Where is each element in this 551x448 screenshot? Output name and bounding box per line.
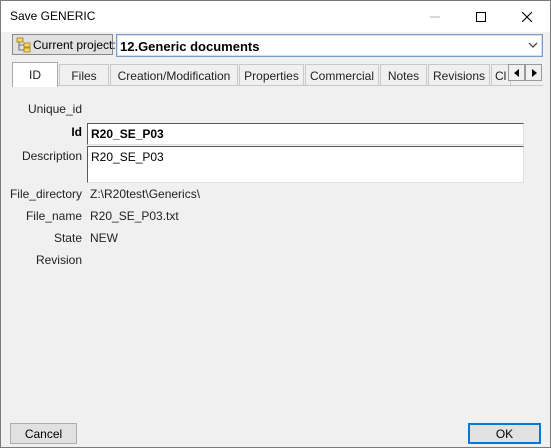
state-value: NEW: [90, 231, 118, 245]
window-title: Save GENERIC: [10, 9, 96, 23]
ok-button-label: OK: [495, 426, 514, 441]
cancel-button[interactable]: Cancel: [10, 423, 77, 444]
unique-id-label: Unique_id: [27, 102, 82, 116]
tab-scroll-right-button[interactable]: [525, 64, 542, 81]
close-icon: [522, 11, 532, 22]
tab-label: Commercial: [309, 68, 374, 83]
project-tree-icon: [16, 37, 31, 53]
description-label: Description: [21, 149, 82, 163]
id-input-value: R20_SE_P03: [91, 127, 164, 141]
file-directory-label: File_directory: [9, 187, 82, 201]
tab-label: Properties: [244, 68, 299, 83]
file-name-label: File_name: [25, 209, 82, 223]
minimize-icon: [430, 16, 440, 17]
tab-label: Notes: [387, 68, 420, 83]
tab-label: Revisions: [432, 68, 486, 83]
file-directory-value: Z:\R20test\Generics\: [90, 187, 201, 201]
tab-id[interactable]: ID: [12, 62, 58, 87]
current-project-button[interactable]: Current project:: [12, 34, 116, 55]
description-input-value: R20_SE_P03: [91, 150, 164, 164]
arrow-right-icon: [531, 68, 537, 77]
chevron-down-icon: [528, 42, 538, 48]
maximize-icon: [476, 11, 486, 22]
file-name-value: R20_SE_P03.txt: [90, 209, 179, 223]
description-input[interactable]: R20_SE_P03: [87, 146, 524, 183]
current-project-label: Current project:: [33, 38, 116, 52]
tab-files[interactable]: Files: [59, 64, 109, 86]
tab-scroll-left-button[interactable]: [508, 64, 525, 81]
tab-label: Cl: [495, 68, 507, 83]
state-label: State: [53, 231, 82, 245]
tab-commercial[interactable]: Commercial: [305, 64, 379, 86]
minimize-button[interactable]: [412, 1, 458, 32]
project-select-value: 12.Generic documents: [120, 39, 260, 54]
revision-label: Revision: [35, 253, 82, 267]
tab-properties[interactable]: Properties: [239, 64, 304, 86]
maximize-button[interactable]: [458, 1, 504, 32]
project-select[interactable]: 12.Generic documents: [116, 34, 543, 57]
cancel-button-label: Cancel: [24, 426, 63, 441]
save-dialog: Save GENERIC Current project: 12.Generic…: [0, 0, 551, 448]
id-input[interactable]: R20_SE_P03: [87, 123, 524, 145]
close-button[interactable]: [504, 1, 550, 32]
tab-notes[interactable]: Notes: [380, 64, 427, 86]
tab-label: Creation/Modification: [117, 68, 231, 83]
tab-label: ID: [29, 68, 41, 82]
arrow-left-icon: [513, 68, 519, 77]
tab-creation-modification[interactable]: Creation/Modification: [110, 64, 238, 86]
tab-label: Files: [71, 68, 97, 83]
ok-button[interactable]: OK: [468, 423, 541, 444]
title-bar: Save GENERIC: [1, 1, 550, 32]
id-label: Id: [71, 125, 82, 139]
tab-revisions[interactable]: Revisions: [428, 64, 490, 86]
